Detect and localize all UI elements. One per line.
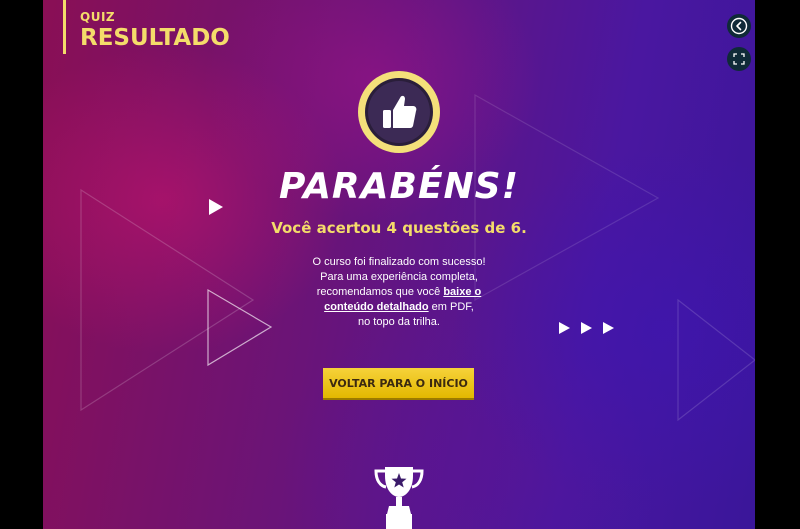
thumbs-up-icon	[358, 71, 440, 153]
back-arrow-icon	[730, 17, 748, 35]
message-line-2: Para uma experiência completa,	[320, 271, 478, 283]
fullscreen-icon	[733, 53, 745, 65]
back-to-start-button[interactable]: VOLTAR PARA O INÍCIO	[323, 368, 474, 398]
completion-message: O curso foi finalizado com sucesso! Para…	[43, 255, 755, 330]
congratulations-heading: PARABÉNS!	[278, 166, 520, 207]
message-line-3: recomendamos que você baixe o	[43, 285, 755, 300]
message-line-4: conteúdo detalhado em PDF,	[43, 300, 755, 315]
quiz-label: QUIZ	[80, 10, 116, 24]
message-line-4-text: em PDF,	[428, 301, 474, 313]
message-line-3-text: recomendamos que você	[316, 286, 444, 298]
trophy-icon	[374, 467, 424, 529]
quiz-result-screen: QUIZ RESULTADO PARABÉNS! Você acertou 4 …	[43, 0, 755, 529]
back-button[interactable]	[727, 14, 751, 38]
pdf-link-part-2[interactable]: conteúdo detalhado	[324, 301, 429, 313]
message-line-1: O curso foi finalizado com sucesso!	[312, 256, 486, 268]
page-title: RESULTADO	[80, 25, 230, 51]
quiz-header: QUIZ RESULTADO	[63, 0, 230, 54]
pdf-link-part-1[interactable]: baixe o	[443, 286, 481, 298]
message-line-5: no topo da trilha.	[358, 316, 440, 328]
fullscreen-button[interactable]	[727, 47, 751, 71]
score-text: Você acertou 4 questões de 6.	[271, 219, 527, 237]
